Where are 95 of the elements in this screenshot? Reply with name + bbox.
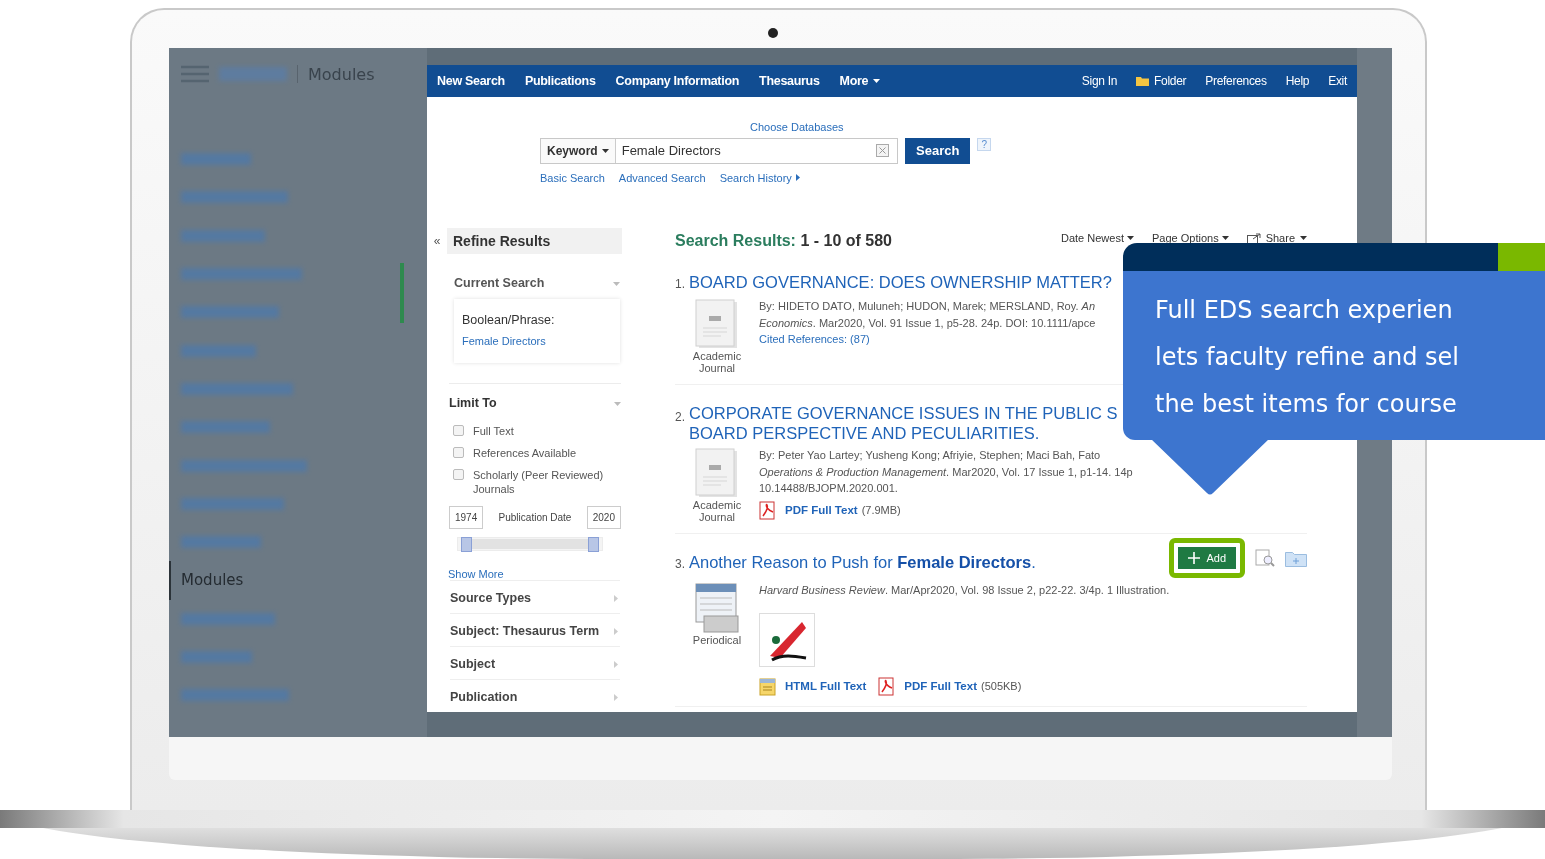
callout-text: lets faculty refine and sel (1155, 342, 1460, 373)
cited-references-link[interactable]: Cited References: (87) (759, 331, 870, 348)
caret-icon (873, 78, 881, 83)
search-field[interactable]: Keyword Female Directors (540, 137, 898, 164)
field-type-dropdown[interactable]: Keyword (541, 138, 616, 163)
result-details: Operations & Production Management. Mar2020, Vol. 17 Issue 1, p1-14. 14p (759, 464, 1133, 480)
caret-icon (613, 627, 620, 635)
checkbox[interactable] (453, 425, 464, 436)
result-number: 3. (675, 556, 685, 573)
pdf-icon (759, 500, 777, 520)
result-details: Economics. Mar2020, Vol. 91 Issue 1, p5-28. 24p. DOI: 10.1111/apce (759, 315, 1096, 331)
full-text-link[interactable]: HTML Full Text (785, 677, 867, 695)
toolbar-link[interactable]: Company Information (615, 73, 740, 88)
choose-databases-link[interactable]: Choose Databases (750, 120, 844, 133)
checkbox-label: Scholarly (Peer Reviewed) Journals (473, 468, 605, 496)
result-number: 2. (675, 409, 685, 426)
result-type: Periodical (691, 634, 743, 646)
facet-header[interactable]: Subject (450, 646, 620, 679)
caret-icon (795, 174, 800, 182)
search-link[interactable]: Basic Search (540, 171, 605, 184)
result-title-link[interactable]: Another Reason to Push for Female Directors. (689, 552, 1036, 572)
caret-icon (613, 594, 620, 602)
caret-icon (613, 693, 620, 701)
caret-icon (613, 660, 620, 668)
result-title-link[interactable]: BOARD GOVERNANCE: DOES OWNERSHIP MATTER? (689, 272, 1112, 292)
checkbox-label: Full Text (473, 424, 514, 438)
breadcrumb-title: Modules (308, 64, 375, 84)
blurred-breadcrumb (219, 67, 287, 81)
document-icon (759, 676, 777, 696)
result-details: 10.14488/BJOPM.2020.001. (759, 481, 898, 496)
search-link[interactable]: Advanced Search (618, 171, 706, 184)
result-details: Harvard Business Review. Mar/Apr2020, Vol. 98 Issue 2, p22-22. 3/4p. 1 Illustration. (759, 583, 1170, 598)
toolbar-link[interactable]: Sign In (1081, 73, 1118, 88)
callout-text: Full EDS search experien (1155, 295, 1454, 326)
facet-header[interactable]: Publication (450, 679, 620, 712)
collapse-control[interactable]: « (427, 234, 447, 248)
toolbar-link[interactable]: Exit (1328, 73, 1347, 88)
callout-text: the best items for course (1155, 389, 1458, 420)
caret-icon (1300, 236, 1307, 240)
facet-header[interactable]: Limit To (449, 383, 621, 410)
camera-icon (768, 28, 778, 38)
toolbar-link[interactable]: Help (1285, 73, 1310, 88)
checkbox[interactable] (453, 469, 464, 480)
result-details: By: HIDETO DATO, Muluneh; HUDON, Marek; MERSLAND, Roy. An (759, 299, 1095, 314)
page-options-dropdown[interactable]: Page Options (1152, 232, 1229, 244)
search-link[interactable]: Search History (719, 171, 800, 184)
folder-icon[interactable] (1285, 549, 1307, 567)
share-dropdown[interactable]: Share (1246, 232, 1307, 244)
plus-icon (1188, 552, 1201, 564)
file-size: (7.9MB) (861, 502, 901, 518)
results-count: Search Results: 1 - 10 of 580 (675, 232, 892, 250)
file-size: (505KB) (981, 678, 1022, 694)
clear-icon[interactable] (876, 144, 889, 158)
share-icon (1246, 232, 1261, 244)
caret-icon (1127, 236, 1134, 240)
result-type: Academic Journal (691, 499, 743, 523)
full-text-link[interactable]: PDF Full Text (904, 677, 977, 695)
pdf-icon (878, 676, 897, 696)
toolbar-link[interactable]: More (839, 73, 881, 88)
facet-header[interactable]: Subject: Thesaurus Term (450, 613, 620, 646)
caret-icon (614, 399, 621, 407)
drag-handle[interactable] (400, 263, 404, 323)
full-text-link[interactable]: PDF Full Text (785, 501, 858, 519)
periodical-icon (692, 582, 742, 634)
checkbox-label: References Available (473, 446, 577, 460)
add-button[interactable]: Add (1178, 547, 1236, 569)
result-type: Academic Journal (691, 350, 743, 374)
query-label: Boolean/Phrase: (462, 313, 556, 327)
toolbar-link[interactable]: Publications (524, 73, 596, 88)
caret-icon (613, 279, 620, 287)
toolbar-link[interactable]: Folder (1136, 73, 1187, 88)
result-title-link[interactable]: CORPORATE GOVERNANCE ISSUES IN THE PUBLIC S BOARD PERSPECTIVE AND PECULIARITIES. (689, 403, 1118, 443)
refine-header: Refine Results (447, 228, 622, 254)
slider-handle[interactable] (588, 536, 599, 552)
preview-icon[interactable] (1255, 549, 1275, 567)
query-term-link[interactable]: Female Directors (462, 335, 612, 347)
slider-handle[interactable] (461, 536, 472, 552)
caret-icon (1221, 236, 1229, 240)
toolbar-link[interactable]: Preferences (1205, 73, 1267, 88)
facet-header[interactable]: Current Search (454, 276, 620, 290)
result-number: 1. (675, 276, 685, 293)
result-details: By: Peter Yao Lartey; Yusheng Kong; Afriyie, Stephen; Maci Bah, Fato (759, 448, 1101, 463)
folder-icon (1136, 75, 1150, 86)
sort-dropdown[interactable]: Date Newest (1061, 232, 1134, 244)
caret-icon (601, 148, 609, 153)
toolbar-link[interactable]: Thesaurus (759, 73, 820, 88)
checkbox[interactable] (453, 447, 464, 458)
search-button[interactable]: Search (905, 137, 971, 164)
date-from-field[interactable]: 1974 (449, 506, 484, 529)
date-label: Publication Date (498, 512, 572, 523)
date-to-field[interactable]: 2020 (586, 506, 621, 529)
date-range-slider[interactable] (457, 537, 603, 551)
toolbar-link[interactable]: New Search (437, 73, 505, 88)
facet-header[interactable]: Source Types (450, 580, 620, 613)
show-more-link[interactable]: Show More (448, 568, 621, 580)
